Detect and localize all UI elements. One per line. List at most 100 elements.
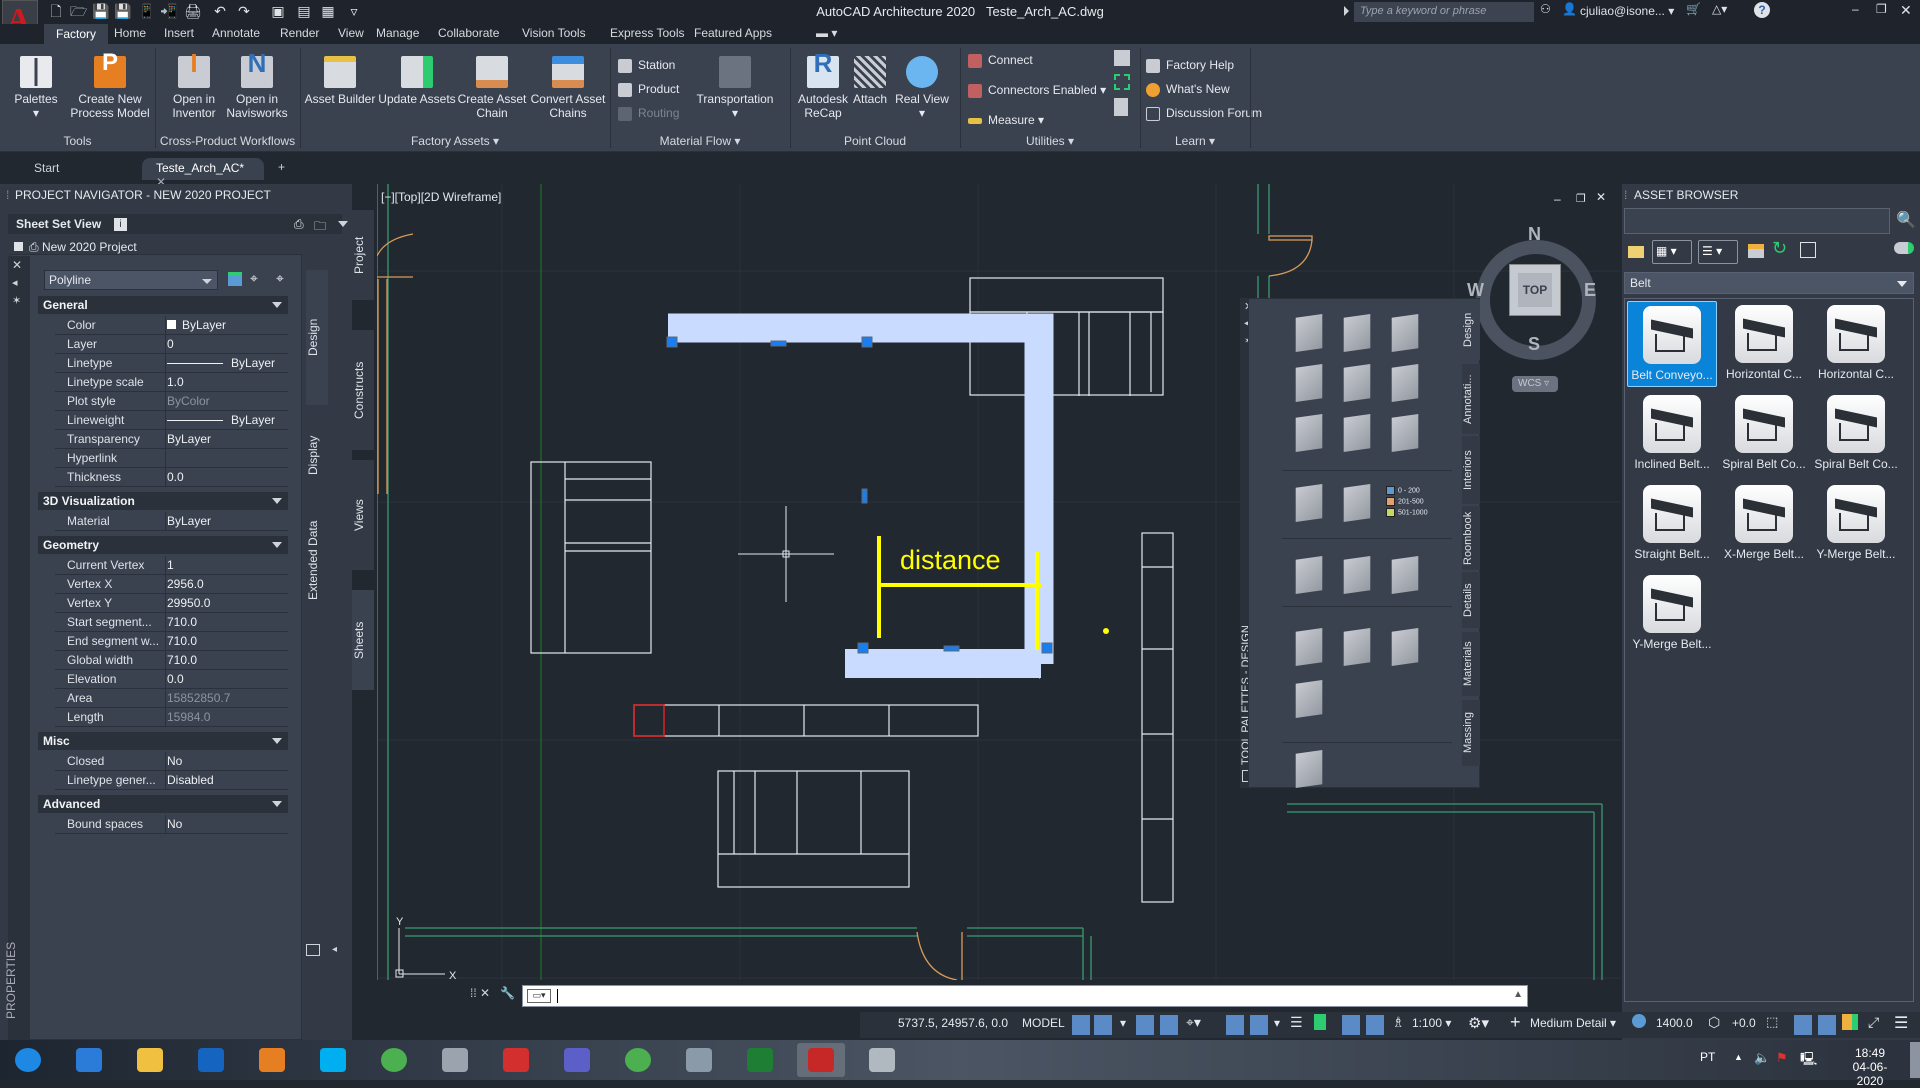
compass-south[interactable]: S [1528,334,1540,355]
tab-display[interactable]: Display [306,410,328,500]
grips[interactable] [666,336,1053,654]
folder-icon[interactable]: 🗀 [314,217,326,238]
whats-new-button[interactable]: What's New [1146,80,1230,98]
publish-icon[interactable]: ⎙ [294,217,304,232]
customization-menu-icon[interactable]: ☰ [1894,1013,1908,1033]
update-icon[interactable] [1842,1014,1858,1030]
property-value[interactable]: ByLayer [167,318,226,332]
minimize-button[interactable]: – [1852,2,1859,16]
asset-tile[interactable]: Spiral Belt Co... [1719,391,1809,477]
property-value[interactable]: 710.0 [167,615,197,629]
property-group-misc[interactable]: Misc [38,732,288,750]
chevron-down-icon[interactable] [272,498,282,504]
property-value[interactable]: No [167,817,182,831]
input-language[interactable]: PT [1700,1050,1715,1064]
elevation-offset-icon[interactable]: ⬡ [1708,1014,1720,1031]
annotation-monitor-icon[interactable]: + [1510,1012,1521,1033]
chevron-down-icon[interactable] [338,221,348,227]
update-assets-button[interactable]: Update Assets [378,56,456,106]
palette-tab-roombook[interactable]: Roombook [1462,506,1480,570]
compass-north[interactable]: N [1528,224,1541,245]
wall-top-right[interactable] [1257,184,1270,304]
taskbar-inventor[interactable] [248,1043,296,1077]
taskbar-outlook[interactable] [187,1043,235,1077]
property-value[interactable]: 1.0 [167,375,184,389]
chevron-down-icon[interactable] [272,542,282,548]
show-desktop-button[interactable] [1910,1042,1920,1078]
viewport-close-button[interactable]: ✕ [1596,190,1606,204]
taskbar-aquasnap[interactable] [675,1043,723,1077]
property-value[interactable]: No [167,754,182,768]
grip-icon[interactable]: ⁞ [1624,188,1627,202]
property-row[interactable]: Transparency ByLayer [55,430,288,449]
asset-tile[interactable]: X-Merge Belt... [1719,481,1809,567]
viewcube-top-face[interactable]: TOP [1509,264,1561,316]
product-button[interactable]: Product [618,80,679,98]
asset-tile[interactable]: Y-Merge Belt... [1811,481,1901,567]
taskbar-chrome[interactable] [614,1043,662,1077]
isolate-objects-icon[interactable] [1794,1015,1812,1035]
property-row[interactable]: Thickness 0.0 [55,468,288,487]
asset-tile[interactable]: Y-Merge Belt... [1627,571,1717,657]
palette-tab-design[interactable]: Design [1462,300,1480,360]
annotation-visibility-icon[interactable] [1342,1015,1360,1035]
viewport-minimize-button[interactable]: – [1554,192,1561,206]
tab-views[interactable]: Views [352,460,374,570]
elevation-icon[interactable] [1632,1014,1646,1028]
help-search-input[interactable]: Type a keyword or phrase [1354,2,1534,22]
discussion-forum-button[interactable]: Discussion Forum [1146,104,1262,122]
quick-select-icon[interactable]: ⌖ [276,270,284,287]
panel-label-factory-assets[interactable]: Factory Assets ▾ [300,134,610,148]
palette-tab-details[interactable]: Details [1462,572,1480,628]
snap-menu-chevron[interactable]: ▾ [1120,1016,1126,1030]
taskbar-calculator[interactable] [431,1043,479,1077]
asset-tile[interactable]: Horizontal C... [1811,301,1901,387]
tab-vision-tools[interactable]: Vision Tools [518,26,590,40]
property-value[interactable]: 15852850.7 [167,691,230,705]
autodesk-a360-icon[interactable]: △▾ [1712,2,1727,16]
collapse-arrow-icon[interactable]: ◂ [332,944,337,955]
palette-tab-materials[interactable]: Materials [1462,632,1480,696]
autodesk-recap-button[interactable]: R Autodesk ReCap [792,50,854,120]
annotation-scale-select[interactable]: 1:100 ▾ [1412,1016,1451,1030]
factory-help-button[interactable]: Factory Help [1146,56,1234,74]
help-icon[interactable]: ? [1754,2,1770,18]
wcs-menu[interactable]: WCS ▿ [1512,376,1558,392]
panel-label-learn[interactable]: Learn ▾ [1140,134,1250,148]
sort-dropdown[interactable]: ☰ ▾ [1698,240,1738,264]
taskbar-chrome[interactable] [370,1043,418,1077]
property-group-geometry[interactable]: Geometry [38,536,288,554]
property-value[interactable]: ByLayer [167,413,275,427]
coordinates-readout[interactable]: 5737.5, 24957.6, 0.0 [898,1016,1008,1030]
asset-builder-button[interactable]: Asset Builder [304,56,376,106]
asset-tile[interactable]: Belt Conveyo... [1627,301,1717,387]
snap-toggle-icon[interactable] [1094,1015,1112,1035]
volume-icon[interactable]: 🔈 [1754,1050,1770,1066]
property-row[interactable]: Closed No [55,752,288,771]
property-value[interactable]: 15984.0 [167,710,210,724]
property-row[interactable]: Layer 0 [55,335,288,354]
polyline-bottom-segment[interactable] [845,649,1041,678]
property-value[interactable]: ByLayer [167,356,275,370]
tab-view[interactable]: View [334,26,368,40]
calculator-icon[interactable] [1114,98,1128,116]
cart-icon[interactable]: 🛒 [1686,2,1701,16]
property-row[interactable]: Elevation 0.0 [55,670,288,689]
isodraft-icon[interactable] [1226,1015,1244,1035]
wall-right[interactable] [1287,803,1603,980]
command-grip-icon[interactable]: ⁞⁞ [470,986,477,1000]
tab-design[interactable]: Design [306,270,328,405]
tray-expand-icon[interactable]: ▲ [1734,1052,1743,1062]
property-group-advanced[interactable]: Advanced [38,795,288,813]
attach-button[interactable]: Attach [846,56,894,106]
asset-category-select[interactable]: Belt [1624,272,1914,294]
tab-express-tools[interactable]: Express Tools [606,26,688,40]
space-legend-tool[interactable]: 0 - 200 201-500 501-1000 [1386,486,1428,519]
property-row[interactable]: Lineweight ByLayer [55,411,288,430]
cloud-sync-icon[interactable] [1894,242,1914,254]
property-value[interactable]: 710.0 [167,634,197,648]
workspace-gear-icon[interactable]: ⚙▾ [1468,1014,1489,1032]
clean-screen-icon[interactable]: ⤢ [1868,1014,1879,1031]
property-row[interactable]: Material ByLayer [55,512,288,531]
property-row[interactable]: Vertex X 2956.0 [55,575,288,594]
